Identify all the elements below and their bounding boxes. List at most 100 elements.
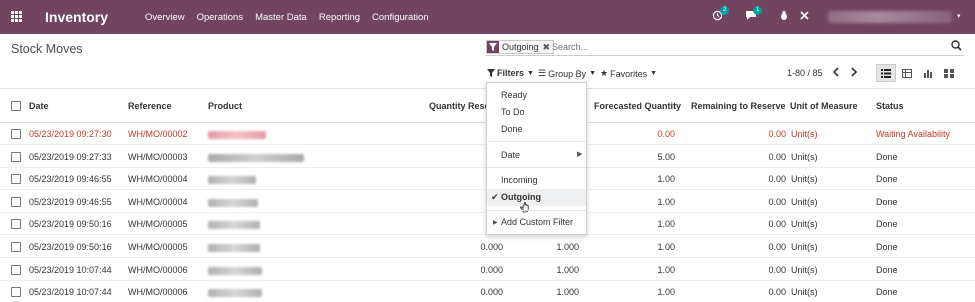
bug-icon[interactable]: [779, 10, 789, 24]
cell-product-redacted: [208, 198, 258, 209]
row-checkbox[interactable]: [11, 264, 21, 275]
add-custom-filter[interactable]: Add Custom Filter: [501, 217, 573, 227]
filter-option-done[interactable]: Done: [501, 124, 523, 134]
cell-remaining-to-reserve: 0.00: [768, 196, 786, 207]
kanban-view-icon[interactable]: [939, 64, 959, 82]
caret-down-icon: ▼: [589, 70, 597, 77]
menu-master-data[interactable]: Master Data: [255, 12, 307, 23]
app-title[interactable]: Inventory: [45, 9, 108, 25]
search-input[interactable]: [552, 41, 932, 53]
filter-option-to-do[interactable]: To Do: [501, 107, 525, 117]
activity-clock-icon[interactable]: 2: [712, 6, 730, 24]
column-header-product[interactable]: Product: [208, 101, 242, 111]
table-row[interactable]: 05/23/2019 10:07:44 WH/MO/00006 0.000 1.000…: [0, 281, 975, 302]
cell-reference: WH/MO/00006: [128, 287, 188, 298]
menu-overview[interactable]: Overview: [145, 12, 185, 23]
menu-operations[interactable]: Operations: [197, 12, 243, 23]
group-by-toggle[interactable]: ☰ Group By ▼: [538, 68, 596, 79]
cell-status: Done: [876, 287, 898, 298]
cell-unit-of-measure: Unit(s): [791, 151, 818, 162]
column-header-reference[interactable]: Reference: [128, 101, 172, 111]
filter-option-incoming[interactable]: Incoming: [501, 175, 538, 185]
cell-reference: WH/MO/00003: [128, 151, 188, 162]
cell-remaining-to-reserve: 0.00: [768, 219, 786, 230]
column-header-status[interactable]: Status: [876, 101, 904, 111]
apps-grid-icon[interactable]: [11, 11, 22, 22]
cell-date: 05/23/2019 09:46:55: [29, 174, 112, 185]
menu-reporting[interactable]: Reporting: [319, 12, 360, 23]
search-icon[interactable]: [951, 40, 962, 54]
caret-right-icon: ▶: [493, 220, 498, 226]
cell-quantity-reserved: 0.000: [480, 287, 503, 298]
column-header-forecasted-quantity[interactable]: Forecasted Quantity: [594, 101, 681, 111]
select-all-checkbox[interactable]: [11, 101, 21, 111]
caret-down-icon: ▼: [527, 69, 534, 77]
tools-icon[interactable]: [799, 10, 810, 24]
row-checkbox[interactable]: [11, 287, 21, 298]
column-header-remaining-to-reserve[interactable]: Remaining to Reserve: [691, 101, 786, 111]
star-icon: ★: [600, 68, 609, 78]
cell-product-redacted: [208, 221, 260, 231]
list-view-icon[interactable]: [876, 64, 896, 82]
cell-quantity-reserved: 0.000: [480, 242, 503, 252]
cell-product-redacted: [208, 244, 260, 254]
cell-quantity-done: 1.000: [556, 242, 579, 252]
row-checkbox[interactable]: [11, 219, 21, 230]
cell-date: 05/23/2019 09:50:16: [29, 242, 112, 252]
pager-value[interactable]: 1-80 / 85: [787, 68, 823, 78]
user-caret-icon[interactable]: ▾: [957, 12, 961, 20]
row-checkbox[interactable]: [11, 242, 21, 252]
cell-status: Done: [876, 242, 898, 252]
menu-divider: [487, 141, 586, 142]
cell-unit-of-measure: Unit(s): [791, 287, 818, 298]
table-row[interactable]: 05/23/2019 09:50:16 WH/MO/00005 0.000 1.000…: [0, 236, 975, 258]
facet-remove-icon[interactable]: ✖: [543, 42, 551, 53]
cell-remaining-to-reserve: 0.00: [768, 264, 786, 275]
cell-reference: WH/MO/00005: [128, 242, 188, 252]
graph-view-icon[interactable]: [918, 64, 938, 82]
cell-date: 05/23/2019 09:27:33: [29, 151, 112, 162]
favorites-toggle[interactable]: ★ Favorites ▼: [600, 68, 657, 79]
cell-status: Done: [876, 264, 898, 275]
pager-next-icon[interactable]: [850, 66, 858, 80]
pager-previous-icon[interactable]: [832, 66, 840, 80]
column-header-date[interactable]: Date: [29, 101, 49, 111]
submenu-caret-right-icon: ▶: [577, 151, 583, 158]
hand-pointer-cursor-icon: [520, 200, 531, 215]
cell-forecasted-quantity: 1.00: [657, 196, 675, 207]
menu-configuration[interactable]: Configuration: [372, 12, 429, 23]
row-checkbox[interactable]: [11, 151, 21, 162]
cell-date: 05/23/2019 10:07:44: [29, 264, 112, 275]
column-header-unit-of-measure[interactable]: Unit of Measure: [790, 101, 858, 111]
row-checkbox[interactable]: [11, 174, 21, 185]
row-checkbox[interactable]: [11, 129, 21, 139]
filters-toggle[interactable]: Filters ▼: [487, 68, 534, 78]
cell-forecasted-quantity: 1.00: [657, 219, 675, 230]
filter-funnel-icon: [487, 69, 495, 77]
cell-date: 05/23/2019 10:07:44: [29, 287, 112, 298]
pivot-view-icon[interactable]: [897, 64, 917, 82]
cell-reference: WH/MO/00006: [128, 264, 188, 275]
chat-bubble-icon[interactable]: 1: [745, 6, 763, 24]
column-header-quantity-reserved[interactable]: Quantity Reserved: [429, 101, 486, 111]
cell-status: Done: [876, 196, 898, 207]
cell-forecasted-quantity: 5.00: [657, 151, 675, 162]
row-checkbox[interactable]: [11, 196, 21, 207]
caret-down-icon: ▼: [650, 70, 658, 77]
messages-count-badge: 1: [753, 6, 763, 15]
cell-reference: WH/MO/00002: [128, 129, 188, 139]
user-menu-avatar[interactable]: [828, 11, 952, 23]
cell-quantity-reserved: 0.000: [480, 264, 503, 275]
cell-reference: WH/MO/00004: [128, 196, 188, 207]
menu-divider: [487, 167, 586, 168]
group-by-label: Group By: [548, 68, 587, 79]
cell-forecasted-quantity: 0.00: [657, 129, 675, 139]
cell-reference: WH/MO/00005: [128, 219, 188, 230]
search-facet-outgoing[interactable]: Outgoing ✖: [486, 40, 555, 54]
filter-option-date[interactable]: Date: [501, 150, 520, 160]
table-row[interactable]: 05/23/2019 10:07:44 WH/MO/00006 0.000 1.000…: [0, 259, 975, 281]
cell-unit-of-measure: Unit(s): [791, 129, 818, 139]
cell-product-redacted: [208, 176, 256, 186]
filter-option-ready[interactable]: Ready: [501, 90, 527, 100]
cell-remaining-to-reserve: 0.00: [768, 242, 786, 252]
